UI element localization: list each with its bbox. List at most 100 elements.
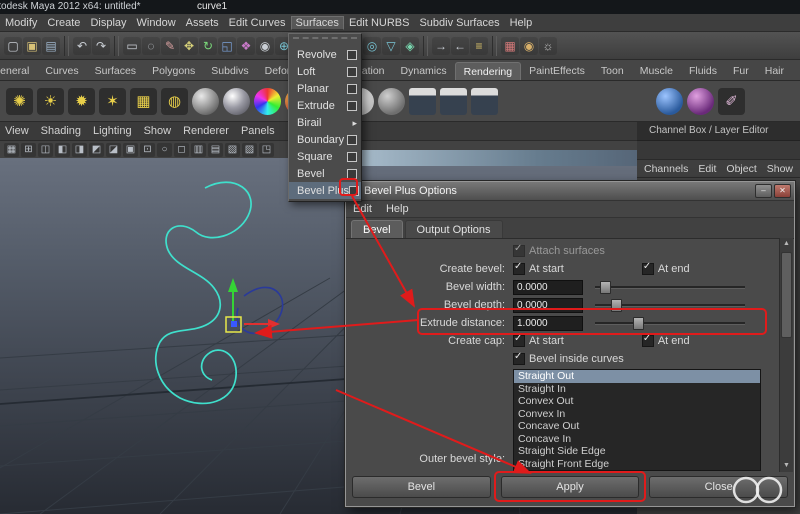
four-pane-icon[interactable]: ⊞ (21, 143, 36, 157)
surfaces-menu-birail[interactable]: Birail (289, 114, 361, 131)
shelf-tab-hair[interactable]: Hair (757, 62, 792, 80)
extrude-distance-slider[interactable] (595, 317, 745, 329)
option-box-icon[interactable] (347, 101, 357, 111)
close-button[interactable]: Close (649, 476, 788, 498)
textured-icon[interactable]: ◪ (106, 143, 121, 157)
resolution-gate-icon[interactable]: ▨ (242, 143, 257, 157)
grid-toggle-icon[interactable]: ▤ (208, 143, 223, 157)
style-option[interactable]: Convex In (514, 408, 760, 421)
style-option[interactable]: Convex Out (514, 395, 760, 408)
shelf-tab-toon[interactable]: Toon (593, 62, 632, 80)
lighting-icon[interactable]: ▣ (123, 143, 138, 157)
bevel-at-start-checkbox[interactable] (513, 263, 525, 275)
dialog-titlebar[interactable]: Bevel Plus Options – ✕ (346, 182, 794, 201)
gate-mask-icon[interactable]: ◳ (259, 143, 274, 157)
menu-subdiv-surfaces[interactable]: Subdiv Surfaces (414, 16, 504, 30)
select-tool-icon[interactable]: ▭ (123, 37, 141, 55)
channel-box-tab[interactable]: Object (726, 163, 756, 175)
save-scene-icon[interactable]: ▤ (42, 37, 60, 55)
single-pane-icon[interactable]: ▦ (4, 143, 19, 157)
cap-at-start-checkbox[interactable] (513, 335, 525, 347)
menu-edit-curves[interactable]: Edit Curves (224, 16, 291, 30)
new-scene-icon[interactable]: ▢ (4, 37, 22, 55)
shelf-tab-muscle[interactable]: Muscle (632, 62, 681, 80)
gray-surface-icon[interactable] (378, 88, 405, 115)
shelf-tab-rendering[interactable]: Rendering (455, 62, 521, 80)
render-view-icon[interactable] (440, 88, 467, 115)
option-box-icon[interactable] (347, 152, 357, 162)
menu-modify[interactable]: Modify (0, 16, 42, 30)
surfaces-menu-loft[interactable]: Loft (289, 63, 361, 80)
menu-assets[interactable]: Assets (181, 16, 224, 30)
option-box-icon[interactable] (349, 186, 359, 196)
volume-light-icon[interactable]: ◍ (161, 88, 188, 115)
attach-surfaces-checkbox[interactable] (513, 245, 525, 257)
shelf-tab-subdivs[interactable]: Subdivs (203, 62, 256, 80)
panel-menu-item[interactable]: Renderer (176, 125, 236, 137)
film-gate-icon[interactable]: ▧ (225, 143, 240, 157)
shelf-tab-fur[interactable]: Fur (725, 62, 757, 80)
menu-tearoff-handle[interactable] (293, 37, 357, 44)
option-box-icon[interactable] (352, 117, 357, 129)
move-tool-icon[interactable]: ✥ (180, 37, 198, 55)
surfaces-menu-square[interactable]: Square (289, 148, 361, 165)
style-option[interactable]: Concave Out (514, 420, 760, 433)
blinn-shader-icon[interactable] (223, 88, 250, 115)
style-option[interactable]: Straight Side Edge (514, 445, 760, 458)
scrollbar-thumb[interactable] (781, 252, 792, 338)
channel-box-tab[interactable]: Show (767, 163, 793, 175)
close-window-button[interactable]: ✕ (774, 184, 791, 198)
surfaces-menu-boundary[interactable]: Boundary (289, 131, 361, 148)
shelf-tab-surfaces[interactable]: Surfaces (87, 62, 144, 80)
tab-output-options[interactable]: Output Options (405, 220, 503, 238)
make-live-icon[interactable]: ◈ (401, 37, 419, 55)
menu-surfaces[interactable]: Surfaces (291, 16, 344, 30)
option-box-icon[interactable] (347, 84, 357, 94)
wireframe-icon[interactable]: ◨ (72, 143, 87, 157)
scale-tool-icon[interactable]: ◱ (218, 37, 236, 55)
camera-attrs-icon[interactable]: ◻ (174, 143, 189, 157)
bevel-at-end-checkbox[interactable] (642, 263, 654, 275)
bookmark-icon[interactable]: ▥ (191, 143, 206, 157)
surfaces-menu-extrude[interactable]: Extrude (289, 97, 361, 114)
dialog-scrollbar[interactable]: ▲ ▼ (779, 238, 793, 472)
render-settings-icon[interactable]: ☼ (539, 37, 557, 55)
bevel-width-slider[interactable] (595, 281, 745, 293)
menu-window[interactable]: Window (132, 16, 181, 30)
shelf-tab-painteffects[interactable]: PaintEffects (521, 62, 593, 80)
shelf-tab-general[interactable]: General (0, 62, 37, 80)
area-light-icon[interactable]: ▦ (130, 88, 157, 115)
scroll-down-icon[interactable]: ▼ (780, 460, 793, 472)
dialog-menu-help[interactable]: Help (379, 203, 416, 215)
cap-at-end-checkbox[interactable] (642, 335, 654, 347)
bevel-button[interactable]: Bevel (352, 476, 491, 498)
option-box-icon[interactable] (347, 67, 357, 77)
bevel-inside-curves-checkbox[interactable] (513, 353, 525, 365)
style-option[interactable]: Straight In (514, 383, 760, 396)
construction-history-icon[interactable]: ≡ (470, 37, 488, 55)
option-box-icon[interactable] (347, 169, 357, 179)
paint-select-tool-icon[interactable]: ✎ (161, 37, 179, 55)
shelf-tab-dynamics[interactable]: Dynamics (393, 62, 455, 80)
scroll-up-icon[interactable]: ▲ (780, 238, 793, 250)
isolate-select-icon[interactable]: ⊡ (140, 143, 155, 157)
point-light-icon[interactable]: ✹ (68, 88, 95, 115)
batch-render-icon[interactable] (471, 88, 498, 115)
tab-bevel[interactable]: Bevel (351, 220, 403, 238)
channel-box-tab[interactable]: Channels (644, 163, 688, 175)
render-globals-icon[interactable] (409, 88, 436, 115)
option-box-icon[interactable] (347, 135, 357, 145)
redo-icon[interactable]: ↷ (92, 37, 110, 55)
shelf-tab-polygons[interactable]: Polygons (144, 62, 203, 80)
ambient-light-icon[interactable]: ✺ (6, 88, 33, 115)
panel-menu-item[interactable]: Shading (34, 125, 88, 137)
bevel-depth-field[interactable]: 0.0000 (513, 298, 583, 313)
surfaces-menu-planar[interactable]: Planar (289, 80, 361, 97)
profile-curve-blue[interactable] (237, 287, 283, 333)
menu-edit-nurbs[interactable]: Edit NURBS (344, 16, 415, 30)
dialog-menu-edit[interactable]: Edit (346, 203, 379, 215)
ramp-shader-icon[interactable] (254, 88, 281, 115)
panel-menu-item[interactable]: View (0, 125, 36, 137)
style-option[interactable]: Straight Front Edge (514, 458, 760, 471)
outer-bevel-style-list[interactable]: Straight OutStraight InConvex OutConvex … (513, 369, 761, 471)
